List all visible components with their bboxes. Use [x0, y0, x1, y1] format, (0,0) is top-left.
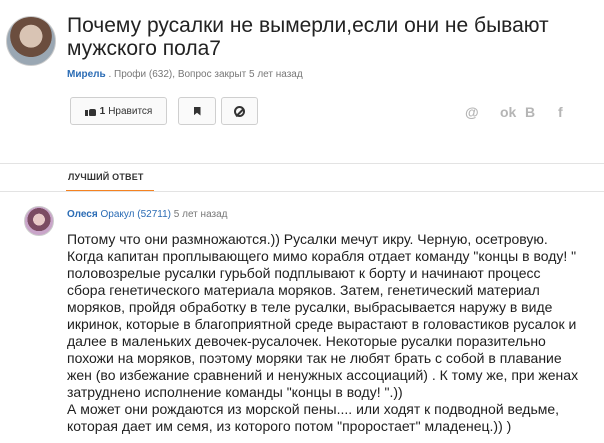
vk-icon[interactable]: B [525, 104, 535, 120]
like-count: 1 [99, 105, 106, 117]
report-button[interactable] [221, 97, 258, 125]
facebook-icon[interactable]: f [558, 104, 563, 120]
bookmark-icon [193, 106, 201, 116]
question-author-avatar[interactable] [6, 16, 56, 66]
like-button[interactable]: 1 Нравится [70, 97, 167, 125]
odnoklassniki-icon[interactable]: ok [500, 104, 516, 120]
tab-divider [0, 191, 604, 192]
answer-meta: Олеся Оракул (52711) 5 лет назад [67, 209, 228, 220]
question-status: Вопрос закрыт 5 лет назад [177, 69, 303, 80]
block-icon [234, 105, 245, 117]
bookmark-button[interactable] [178, 97, 216, 125]
like-label: Нравится [108, 105, 153, 117]
question-title: Почему русалки не вымерли,если они не бы… [67, 14, 549, 60]
meta-comma: , [172, 69, 176, 80]
question-author-link[interactable]: Мирель [67, 69, 106, 80]
at-icon[interactable]: @ [465, 104, 479, 120]
question-author-rank: Профи (632) [114, 69, 173, 80]
answer-text: Потому что они размножаются.)) Русалки м… [67, 231, 579, 434]
tab-best-answer[interactable]: ЛУЧШИЙ ОТВЕТ [68, 172, 144, 182]
answer-author-avatar[interactable] [24, 206, 54, 236]
divider [0, 163, 604, 164]
meta-dot: . [108, 69, 112, 80]
thumbs-up-icon [84, 106, 96, 116]
answer-time: 5 лет назад [173, 209, 228, 220]
question-meta: Мирель . Профи (632), Вопрос закрыт 5 ле… [67, 69, 303, 80]
answer-author-rank[interactable]: Оракул (52711) [100, 209, 171, 220]
answer-author-link[interactable]: Олеся [67, 209, 98, 220]
